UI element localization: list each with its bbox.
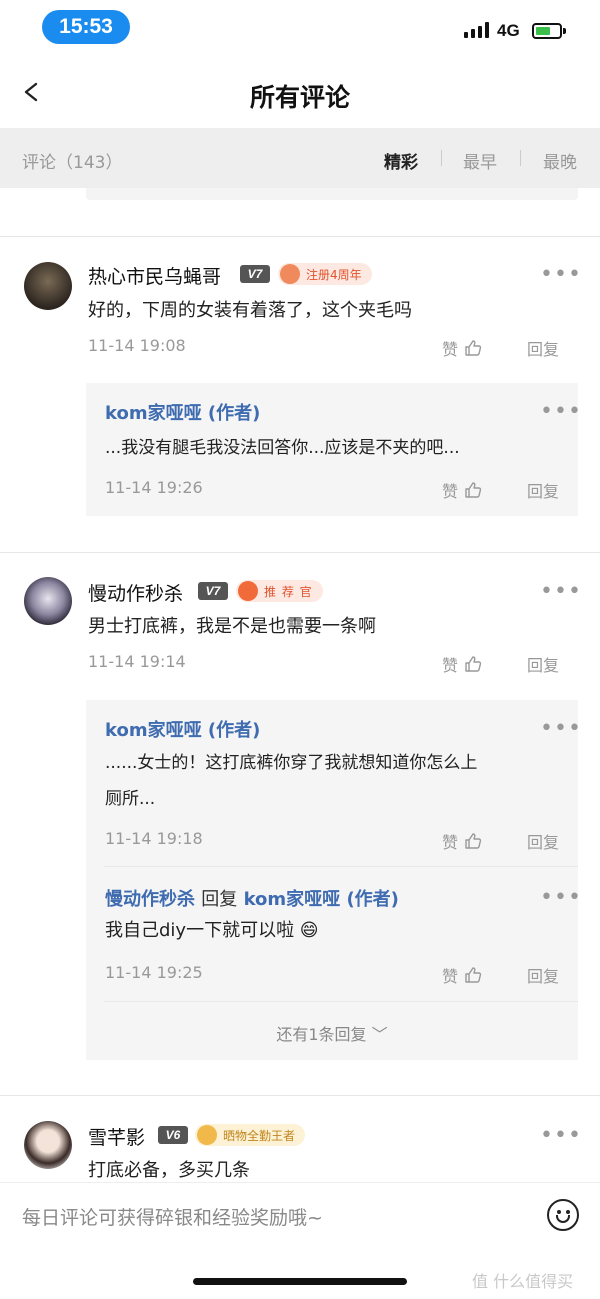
like-button[interactable]: 赞 xyxy=(442,829,482,853)
like-button[interactable]: 赞 xyxy=(442,478,482,502)
comment-count: 评论（143） xyxy=(22,153,123,173)
level-badge: V6 xyxy=(158,1126,188,1144)
like-button[interactable]: 赞 xyxy=(442,652,482,676)
more-icon[interactable]: ••• xyxy=(540,264,582,286)
checkin-king-badge: 晒物全勤王者 xyxy=(195,1124,306,1146)
reply-box: kom家哑哑 (作者) ••• ...我没有腿毛我没法回答你...应该是不夹的吧… xyxy=(86,383,581,516)
trophy-icon xyxy=(197,1125,217,1145)
comment-username[interactable]: 热心市民乌蝇哥 xyxy=(88,262,221,289)
reply-button[interactable]: 回复 xyxy=(527,478,559,502)
comment-text: 打底必备，多买几条 xyxy=(88,1160,250,1181)
nav-bar: 所有评论 xyxy=(0,56,600,130)
badge-label: 晒物全勤王者 xyxy=(223,1128,296,1143)
more-icon[interactable]: ••• xyxy=(540,401,582,423)
badge-label: 注册4周年 xyxy=(306,267,362,282)
reply-button[interactable]: 回复 xyxy=(527,829,559,853)
more-icon[interactable]: ••• xyxy=(540,718,582,740)
watermark: 值 什么值得买 xyxy=(472,1272,574,1291)
more-icon[interactable]: ••• xyxy=(540,581,582,603)
reply-text: ...我没有腿毛我没法回答你...应该是不夹的吧... xyxy=(105,438,460,458)
anniversary-badge: 注册4周年 xyxy=(278,263,372,285)
reply-time: 11-14 19:18 xyxy=(105,829,203,848)
reply-username[interactable]: 慢动作秒杀 xyxy=(105,889,195,910)
reply-divider xyxy=(104,866,578,867)
recommend-icon xyxy=(238,581,258,601)
comment-time: 11-14 19:14 xyxy=(88,652,186,671)
previous-reply-box-edge xyxy=(86,188,578,200)
like-label: 赞 xyxy=(442,482,459,501)
like-label: 赞 xyxy=(442,340,459,359)
like-label: 赞 xyxy=(442,833,459,852)
comment-text: 男士打底裤，我是不是也需要一条啊 xyxy=(88,616,376,637)
smiley-icon[interactable] xyxy=(547,1199,579,1231)
divider xyxy=(0,1095,600,1096)
reply-username[interactable]: kom家哑哑 (作者) xyxy=(105,716,260,742)
avatar[interactable] xyxy=(24,262,72,310)
like-label: 赞 xyxy=(442,967,459,986)
home-indicator[interactable] xyxy=(193,1278,407,1285)
thumbs-up-icon xyxy=(465,340,482,356)
more-icon[interactable]: ••• xyxy=(540,887,582,909)
sort-divider xyxy=(441,150,442,166)
page-title: 所有评论 xyxy=(249,83,350,112)
clipped-text-area: 打底必备，多买几条 xyxy=(0,1150,600,1182)
gift-icon xyxy=(280,264,300,284)
reply-time: 11-14 19:26 xyxy=(105,478,203,497)
thumbs-up-icon xyxy=(465,482,482,498)
avatar[interactable] xyxy=(24,577,72,625)
like-button[interactable]: 赞 xyxy=(442,963,482,987)
comment-username[interactable]: 雪芊影 xyxy=(88,1123,145,1150)
status-bar: 15:53 4G xyxy=(0,0,600,56)
status-time: 15:53 xyxy=(42,10,130,44)
reply-text-line: ......女士的！这打底裤你穿了我就想知道你怎么上 xyxy=(105,753,478,773)
sort-featured[interactable]: 精彩 xyxy=(384,148,418,173)
comment-time: 11-14 19:08 xyxy=(88,336,186,355)
thumbs-up-icon xyxy=(465,656,482,672)
reply-divider xyxy=(104,1001,578,1002)
filter-bar: 评论（143） 精彩 最早 最晚 xyxy=(0,128,600,188)
badge-label: 推 荐 官 xyxy=(264,584,313,599)
battery-icon xyxy=(532,23,562,39)
reply-target-username[interactable]: kom家哑哑 (作者) xyxy=(244,889,399,910)
divider xyxy=(0,236,600,237)
reply-button[interactable]: 回复 xyxy=(527,652,559,676)
reply-button[interactable]: 回复 xyxy=(527,963,559,987)
like-label: 赞 xyxy=(442,656,459,675)
comment-text: 好的，下周的女装有着落了，这个夹毛吗 xyxy=(88,300,412,321)
level-badge: V7 xyxy=(198,582,228,600)
recommender-badge: 推 荐 官 xyxy=(236,580,323,602)
signal-icon xyxy=(464,22,489,38)
more-replies-link[interactable]: 还有1条回复 ﹀ xyxy=(86,1021,578,1045)
reply-username[interactable]: kom家哑哑 (作者) xyxy=(105,399,260,425)
comment-username[interactable]: 慢动作秒杀 xyxy=(88,579,183,606)
sort-earliest[interactable]: 最早 xyxy=(463,148,497,173)
comment-input-bar: 每日评论可获得碎银和经验奖励哦~ xyxy=(0,1182,600,1244)
divider xyxy=(0,552,600,553)
more-icon[interactable]: ••• xyxy=(540,1125,582,1147)
reply-box: kom家哑哑 (作者) ••• ......女士的！这打底裤你穿了我就想知道你怎… xyxy=(86,700,581,1060)
like-button[interactable]: 赞 xyxy=(442,336,482,360)
battery-tip xyxy=(563,28,566,34)
reply-header: 慢动作秒杀 回复 kom家哑哑 (作者) xyxy=(105,885,399,911)
thumbs-up-icon xyxy=(465,967,482,983)
reply-button[interactable]: 回复 xyxy=(527,336,559,360)
comment-input[interactable]: 每日评论可获得碎银和经验奖励哦~ xyxy=(22,1203,323,1230)
sort-divider xyxy=(520,150,521,166)
reply-text: 我自己diy一下就可以啦 😄 xyxy=(105,920,319,941)
network-label: 4G xyxy=(497,21,520,40)
level-badge: V7 xyxy=(240,265,270,283)
thumbs-up-icon xyxy=(465,833,482,849)
sort-latest[interactable]: 最晚 xyxy=(543,148,577,173)
reply-time: 11-14 19:25 xyxy=(105,963,203,982)
reply-word: 回复 xyxy=(201,889,238,910)
reply-text-line: 厕所... xyxy=(105,789,156,809)
